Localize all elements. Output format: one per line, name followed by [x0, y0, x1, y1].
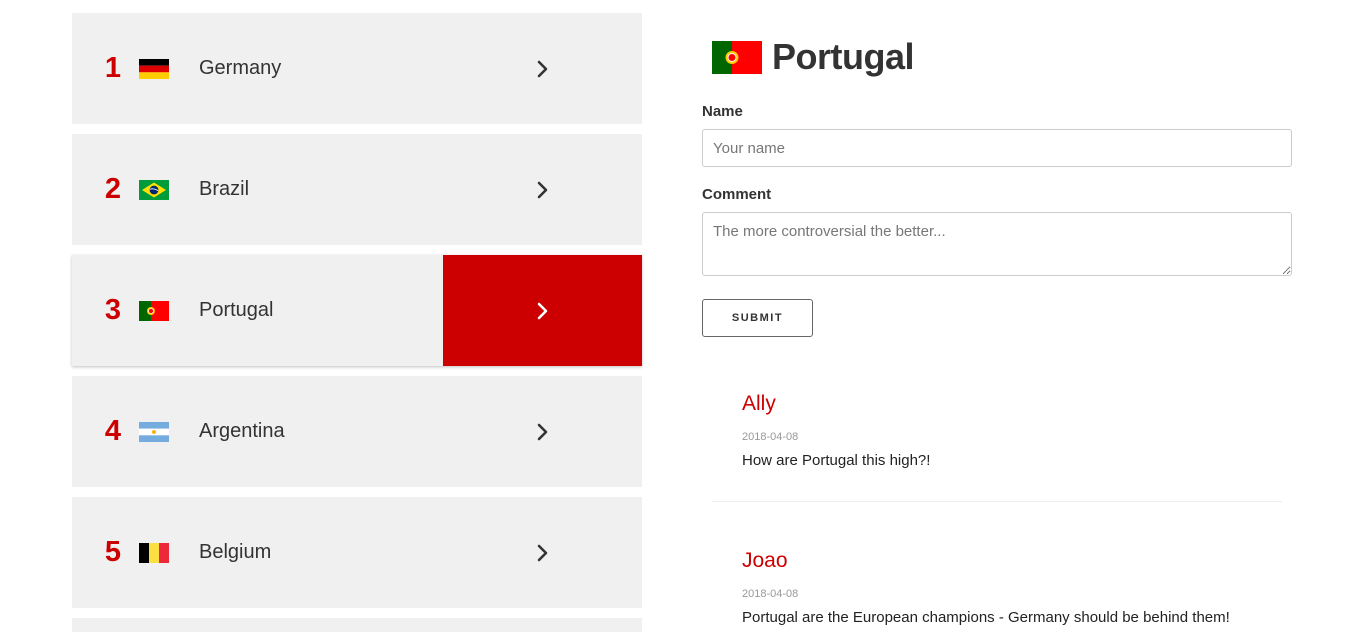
page-title: Portugal	[772, 36, 915, 77]
detail-header: Portugal	[712, 36, 915, 78]
open-detail-button[interactable]	[443, 376, 642, 487]
chevron-right-icon	[537, 544, 547, 561]
comment-text: Portugal are the European champions - Ge…	[742, 609, 1230, 626]
germany-flag-icon	[139, 58, 169, 79]
comment-author: Ally	[742, 392, 776, 415]
submit-button[interactable]: SUBMIT	[702, 299, 813, 337]
comment-item: Joao 2018-04-08 Portugal are the Europea…	[712, 542, 1282, 626]
ranking-item-argentina[interactable]: 4 Argentina	[72, 376, 642, 487]
divider	[712, 501, 1282, 502]
ranking-item-portugal[interactable]: 3 Portugal	[72, 255, 642, 366]
country-name: Argentina	[199, 420, 285, 442]
rank-number: 3	[104, 294, 122, 326]
belgium-flag-icon	[139, 542, 169, 563]
comment-date: 2018-04-08	[742, 431, 799, 443]
portugal-flag-icon	[712, 40, 762, 74]
comment-author: Joao	[742, 549, 788, 572]
chevron-right-icon	[537, 423, 547, 440]
rank-number: 4	[104, 415, 122, 447]
ranking-item-germany[interactable]: 1 Germany	[72, 13, 642, 124]
ranking-item-brazil[interactable]: 2 Brazil	[72, 134, 642, 245]
open-detail-button[interactable]	[443, 134, 642, 245]
country-name: Belgium	[199, 541, 272, 563]
country-name: Brazil	[199, 178, 250, 200]
chevron-right-icon	[537, 302, 547, 319]
rank-number: 2	[104, 173, 122, 205]
ranking-item-next[interactable]	[72, 618, 642, 632]
name-label: Name	[702, 103, 743, 120]
country-name: Portugal	[199, 299, 274, 321]
country-name: Germany	[199, 57, 282, 79]
ranking-list: 1 Germany 2 Brazil 3 Portugal 4 Argentin…	[72, 13, 642, 632]
rank-number: 1	[104, 52, 122, 84]
chevron-right-icon	[537, 60, 547, 77]
open-detail-button[interactable]	[443, 497, 642, 608]
rank-number: 5	[104, 536, 122, 568]
comment-item: Ally 2018-04-08 How are Portugal this hi…	[712, 385, 1282, 469]
open-detail-button[interactable]	[443, 13, 642, 124]
comment-label: Comment	[702, 186, 772, 203]
brazil-flag-icon	[139, 179, 169, 200]
argentina-flag-icon	[139, 421, 169, 442]
open-detail-button[interactable]	[443, 255, 642, 366]
name-input[interactable]	[702, 129, 1292, 167]
comment-date: 2018-04-08	[742, 588, 799, 600]
comment-text: How are Portugal this high?!	[742, 452, 931, 469]
comments-list: Ally 2018-04-08 How are Portugal this hi…	[712, 385, 1282, 626]
portugal-flag-icon	[139, 300, 169, 321]
ranking-item-belgium[interactable]: 5 Belgium	[72, 497, 642, 608]
comment-textarea[interactable]	[702, 212, 1292, 276]
chevron-right-icon	[537, 181, 547, 198]
